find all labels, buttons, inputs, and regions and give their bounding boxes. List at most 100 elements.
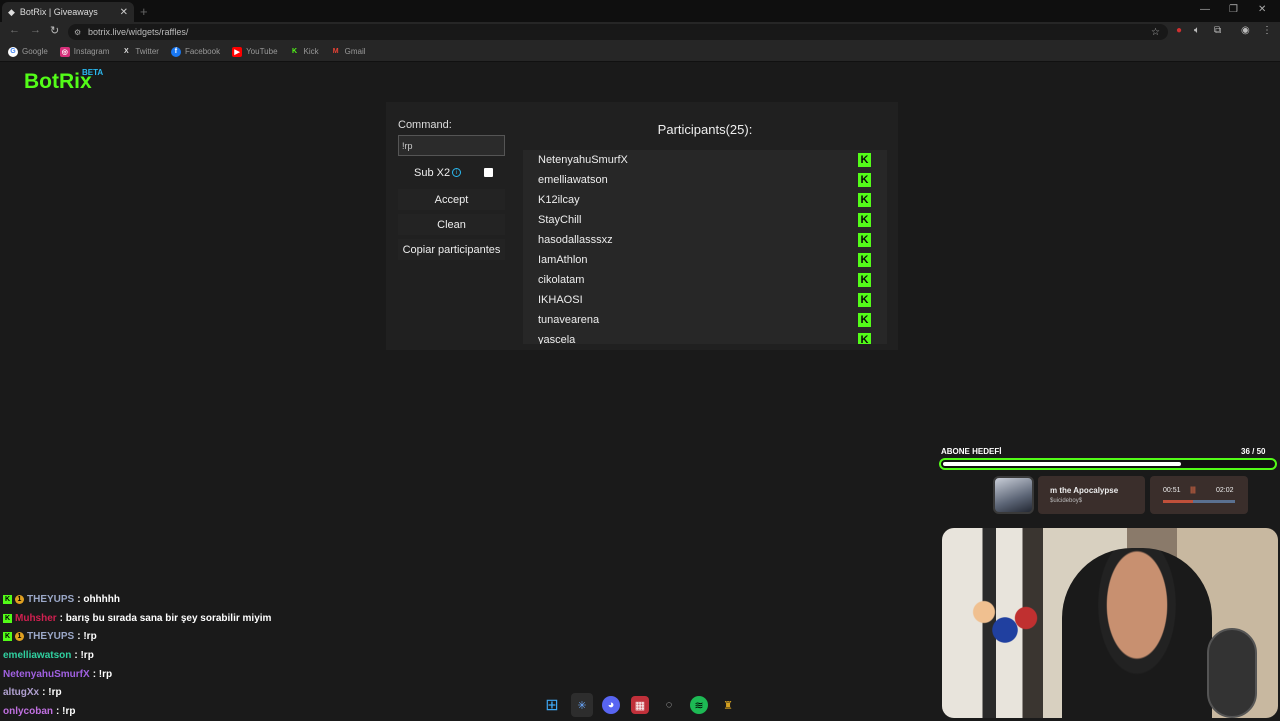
spotify-icon[interactable]: ≋ [690,696,708,714]
participant-row: StayChill K [523,210,887,230]
song-artist: $uicideboy$ [1050,498,1083,504]
new-tab-icon[interactable]: + [140,4,148,19]
waveform-icon: |||||| [1190,487,1196,494]
x-twitter-icon: X [124,48,129,55]
chat-username[interactable]: THEYUPS [27,631,74,642]
participant-row: K12ilcay K [523,190,887,210]
subx2-checkbox[interactable] [484,168,493,177]
chat-username[interactable]: NetenyahuSmurfX [3,669,90,680]
song-progress-fill [1163,500,1194,503]
kick-icon: K [858,213,871,227]
gmail-icon: M [332,48,339,55]
windows-start-icon[interactable]: ⊞ [543,696,561,714]
chat-text: : ohhhhh [77,593,120,605]
bookmark-instagram[interactable]: ◎ Instagram [59,46,109,57]
kick-icon: K [858,313,871,327]
volume-icon[interactable]: 🔈︎ [1194,25,1200,36]
sub-goal-count: 36 / 50 [1241,447,1266,456]
kick-icon: K [858,333,871,344]
bookmark-kick[interactable]: K Kick [290,47,319,57]
copy-participants-button[interactable]: Copiar participantes [398,239,505,260]
chat-text: : !rp [77,631,97,643]
wall-poster [942,588,1082,648]
url-text: botrix.live/widgets/raffles/ [88,27,189,37]
sub-badge-icon: 1 [15,594,24,604]
kick-icon: K [858,293,871,307]
kick-icon: K [858,173,871,187]
participant-row: tunavearena K [523,310,887,330]
back-icon[interactable]: ← [9,24,20,36]
participant-row: yascela K [523,330,887,344]
participant-row: hasodallasssxz K [523,230,887,250]
command-label: Command: [398,119,452,131]
clean-button[interactable]: Clean [398,214,505,235]
chat-username[interactable]: emelliawatson [3,650,71,661]
time-total: 02:02 [1216,487,1234,494]
extension-icon[interactable]: ● [1176,25,1182,36]
kick-icon: K [858,153,871,167]
minimize-icon[interactable]: — [1200,4,1210,15]
bookmark-youtube[interactable]: ▶ YouTube [232,46,278,57]
song-time-box [1150,476,1248,514]
reload-icon[interactable]: ↻ [50,24,59,37]
address-bar[interactable]: ⚙ botrix.live/widgets/raffles/ ☆ [68,24,1168,40]
discord-icon[interactable]: ◕ [602,696,620,714]
time-elapsed: 00:51 [1163,487,1181,494]
chat-message: emelliawatson: !rp [3,646,343,665]
kick-icon: K [858,193,871,207]
sub-goal-label: ABONE HEDEFİ [941,447,1002,456]
kick-badge-icon: K [3,632,12,642]
participants-list[interactable]: NetenyahuSmurfX K emelliawatson K K12ilcay… [523,150,887,344]
participant-row: emelliawatson K [523,170,887,190]
tab-title: BotRix | Giveaways [19,7,98,17]
app-icon[interactable]: ✳ [573,696,591,714]
bookmark-gmail[interactable]: M Gmail [331,47,366,57]
bookmarks-bar: G Google ◎ Instagram X Twitter f Facebook ▶ Y… [0,42,1280,62]
chat-username[interactable]: Muhsher [15,613,57,624]
info-icon[interactable]: i [452,168,461,177]
chat-message: K Muhsher: barış bu sırada sana bir şey s… [3,609,343,628]
chat-message: K 1 THEYUPS: !rp [3,627,343,646]
beta-badge: BETA [82,68,104,77]
browser-tab[interactable]: ◆ BotRix | Giveaways ✕ [2,2,134,22]
command-input[interactable] [398,135,505,156]
chat-username[interactable]: THEYUPS [27,594,74,605]
facebook-icon: f [170,46,181,57]
close-window-icon[interactable]: ✕ [1258,4,1266,15]
menu-icon[interactable]: ⋮ [1262,25,1272,36]
botrix-favicon-icon: ◆ [8,6,15,17]
forward-icon[interactable]: → [30,24,41,36]
maximize-icon[interactable]: ❐ [1229,4,1238,15]
subx2-label: Sub X2 [414,167,451,179]
kick-icon: K [858,233,871,247]
bookmark-star-icon[interactable]: ☆ [1151,27,1160,38]
browser-tab-bar [0,0,1280,22]
google-icon: G [8,46,18,57]
participant-row: NetenyahuSmurfX K [523,150,887,170]
participant-row: IamAthlon K [523,250,887,270]
chat-message: K 1 THEYUPS: ohhhhh [3,590,343,609]
chat-text: : !rp [92,668,113,680]
bookmark-facebook[interactable]: f Facebook [170,46,220,57]
now-playing-box [1038,476,1145,514]
participant-row: cikolatam K [523,270,887,290]
kick-badge-icon: K [3,613,12,623]
extensions-puzzle-icon[interactable]: ⧉ [1214,25,1221,36]
accept-button[interactable]: Accept [398,189,505,210]
bookmark-google[interactable]: G Google [8,46,48,57]
app-icon[interactable]: ◌ [660,696,678,714]
app-icon[interactable]: ♜ [719,696,737,714]
profile-icon[interactable]: ◉ [1241,25,1250,36]
close-icon[interactable]: ✕ [120,7,128,18]
site-info-icon[interactable]: ⚙ [74,28,81,37]
sub-badge-icon: 1 [15,632,24,642]
sub-goal-fill [943,462,1181,466]
chat-text: : barış bu sırada sana bir şey sorabilir… [59,612,272,624]
bookmark-twitter[interactable]: X Twitter [121,47,159,57]
kick-badge-icon: K [3,594,12,604]
app-icon[interactable]: ▦ [631,696,649,714]
chat-message: NetenyahuSmurfX: !rp [3,665,343,684]
youtube-icon: ▶ [232,46,243,57]
song-title: m the Apocalypse [1050,486,1119,495]
kick-icon: K [858,273,871,287]
